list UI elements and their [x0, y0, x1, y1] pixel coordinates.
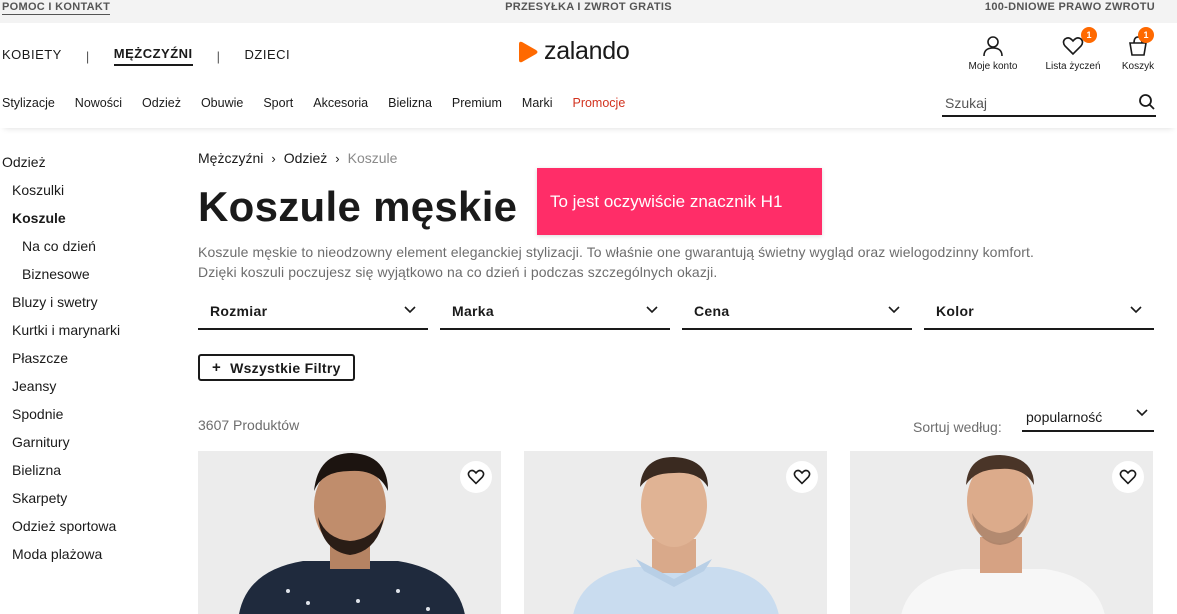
- product-card[interactable]: [524, 451, 827, 614]
- sort-value: popularność: [1026, 409, 1103, 425]
- product-image: [850, 451, 1153, 614]
- sidebar-item-bielizna[interactable]: Bielizna: [2, 458, 182, 486]
- wishlist-count-badge: 1: [1081, 27, 1097, 43]
- sort-select[interactable]: popularność: [1022, 407, 1154, 432]
- account-label: Moje konto: [968, 61, 1018, 72]
- h1-annotation-tooltip: To jest oczywiście znacznik H1: [537, 168, 822, 235]
- filter-label: Rozmiar: [210, 303, 268, 319]
- all-filters-label: Wszystkie Filtry: [230, 359, 341, 376]
- sidebar-item-spodnie[interactable]: Spodnie: [2, 402, 182, 430]
- nav-item-nowosci[interactable]: Nowości: [75, 96, 122, 110]
- plus-icon: +: [212, 359, 222, 376]
- product-card[interactable]: [850, 451, 1153, 614]
- tab-women[interactable]: KOBIETY: [2, 47, 62, 65]
- user-icon: [983, 36, 1003, 57]
- filter-label: Cena: [694, 303, 730, 319]
- chevron-down-icon: [404, 306, 416, 314]
- product-image: [198, 451, 501, 614]
- nav-item-premium[interactable]: Premium: [452, 96, 502, 110]
- tab-separator: |: [216, 48, 221, 64]
- return-policy-notice[interactable]: 100-DNIOWE PRAWO ZWROTU: [985, 0, 1155, 14]
- product-count: 3607 Produktów: [198, 417, 300, 433]
- filter-price[interactable]: Cena: [682, 300, 912, 330]
- nav-item-stylizacje[interactable]: Stylizacje: [2, 96, 55, 110]
- heart-icon: [793, 469, 811, 485]
- category-nav: Stylizacje Nowości Odzież Obuwie Sport A…: [0, 83, 1177, 128]
- sidebar-item-moda-plazowa[interactable]: Moda plażowa: [2, 542, 182, 570]
- tab-separator: |: [85, 48, 90, 64]
- logo-text: zalando: [544, 37, 630, 65]
- results-toolbar: 3607 Produktów Sortuj według: popularnoś…: [198, 409, 1156, 447]
- tab-kids[interactable]: DZIECI: [245, 47, 291, 65]
- wishlist-heart-button[interactable]: [1112, 461, 1144, 493]
- nav-item-bielizna[interactable]: Bielizna: [388, 96, 432, 110]
- header: KOBIETY | MĘŻCZYŹNI | DZIECI zalando Moj…: [0, 23, 1177, 83]
- tab-men[interactable]: MĘŻCZYŹNI: [113, 46, 193, 66]
- product-grid: [198, 451, 1153, 614]
- breadcrumb: Mężczyźni › Odzież › Koszule: [198, 150, 1156, 166]
- sidebar-item-bluzy[interactable]: Bluzy i swetry: [2, 290, 182, 318]
- cart-button[interactable]: 1 Koszyk: [1113, 27, 1163, 72]
- chevron-down-icon: [1136, 409, 1148, 417]
- zalando-logo-icon: [519, 41, 538, 62]
- filter-size[interactable]: Rozmiar: [198, 300, 428, 330]
- sidebar-item-skarpety[interactable]: Skarpety: [2, 486, 182, 514]
- sidebar-item-koszulki[interactable]: Koszulki: [2, 178, 182, 206]
- chevron-down-icon: [1130, 306, 1142, 314]
- zalando-logo[interactable]: zalando: [518, 37, 630, 66]
- chevron-down-icon: [888, 306, 900, 314]
- breadcrumb-current: Koszule: [347, 150, 398, 166]
- filter-label: Kolor: [936, 303, 975, 319]
- top-bar: POMOC I KONTAKT PRZESYŁKA I ZWROT GRATIS…: [0, 0, 1177, 23]
- sidebar-item-plaszcze[interactable]: Płaszcze: [2, 346, 182, 374]
- search-input[interactable]: [942, 95, 1122, 111]
- cart-label: Koszyk: [1121, 61, 1155, 72]
- search-icon[interactable]: [1138, 93, 1156, 111]
- sidebar-item-kurtki[interactable]: Kurtki i marynarki: [2, 318, 182, 346]
- header-actions: Moje konto 1 Lista życzeń 1 Koszyk: [953, 27, 1163, 72]
- cart-count-badge: 1: [1138, 27, 1154, 43]
- heart-icon: [1062, 37, 1084, 56]
- heart-icon: [1119, 469, 1137, 485]
- heart-icon: [467, 469, 485, 485]
- product-image: [524, 451, 827, 614]
- breadcrumb-item[interactable]: Odzież: [284, 150, 328, 166]
- all-filters-button[interactable]: + Wszystkie Filtry: [198, 354, 355, 381]
- filter-bar: Rozmiar Marka Cena Kolor: [198, 300, 1156, 330]
- filter-color[interactable]: Kolor: [924, 300, 1154, 330]
- chevron-right-icon: ›: [335, 150, 340, 166]
- gender-tabs: KOBIETY | MĘŻCZYŹNI | DZIECI: [2, 46, 290, 66]
- category-description: Koszule męskie to nieodzowny element ele…: [198, 244, 1034, 280]
- nav-item-odziez[interactable]: Odzież: [142, 96, 181, 110]
- wishlist-heart-button[interactable]: [460, 461, 492, 493]
- breadcrumb-item[interactable]: Mężczyźni: [198, 150, 263, 166]
- sidebar-item-odziez-sportowa[interactable]: Odzież sportowa: [2, 514, 182, 542]
- sidebar-item-garnitury[interactable]: Garnitury: [2, 430, 182, 458]
- chevron-down-icon: [646, 306, 658, 314]
- nav-item-sport[interactable]: Sport: [263, 96, 293, 110]
- filter-brand[interactable]: Marka: [440, 300, 670, 330]
- account-button[interactable]: Moje konto: [953, 35, 1033, 72]
- sidebar-item-jeansy[interactable]: Jeansy: [2, 374, 182, 402]
- sidebar-item-na-co-dzien[interactable]: Na co dzień: [2, 234, 182, 262]
- wishlist-label: Lista życzeń: [1045, 61, 1101, 72]
- filter-label: Marka: [452, 303, 494, 319]
- sidebar-item-biznesowe[interactable]: Biznesowe: [2, 262, 182, 290]
- sidebar-item-koszule[interactable]: Koszule: [2, 206, 182, 234]
- wishlist-heart-button[interactable]: [786, 461, 818, 493]
- search-box: [942, 91, 1156, 117]
- sort-label: Sortuj według:: [913, 419, 1002, 435]
- wishlist-button[interactable]: 1 Lista życzeń: [1033, 27, 1113, 72]
- category-sidebar: Odzież Koszulki Koszule Na co dzień Bizn…: [2, 150, 182, 570]
- chevron-right-icon: ›: [271, 150, 276, 166]
- nav-item-promocje[interactable]: Promocje: [572, 96, 625, 110]
- nav-item-marki[interactable]: Marki: [522, 96, 553, 110]
- product-card[interactable]: [198, 451, 501, 614]
- nav-item-obuwie[interactable]: Obuwie: [201, 96, 243, 110]
- nav-item-akcesoria[interactable]: Akcesoria: [313, 96, 368, 110]
- sidebar-item-odziez[interactable]: Odzież: [2, 150, 182, 178]
